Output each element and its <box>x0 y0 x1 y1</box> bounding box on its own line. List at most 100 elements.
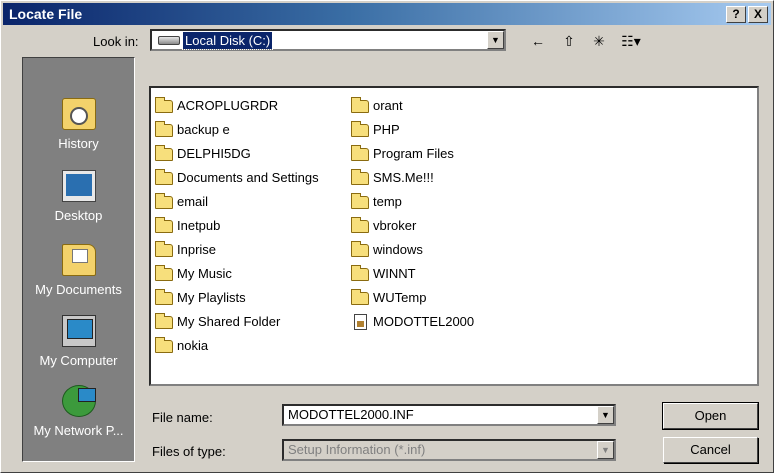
place-label: My Documents <box>35 282 122 297</box>
my-network-icon <box>61 385 96 417</box>
folder-label: nokia <box>177 338 209 353</box>
folder-item[interactable]: My Music <box>155 262 319 286</box>
views-menu-icon[interactable]: ☷▾ <box>615 31 647 51</box>
folder-label: temp <box>373 194 402 209</box>
folder-label: ACROPLUGRDR <box>177 98 279 113</box>
folder-item[interactable]: My Playlists <box>155 286 319 310</box>
new-folder-icon[interactable]: ✳ <box>587 31 611 51</box>
place-label: My Computer <box>39 353 118 368</box>
folder-label: orant <box>373 98 403 113</box>
folder-label: PHP <box>373 122 400 137</box>
folder-label: windows <box>373 242 423 257</box>
file-column-1: ACROPLUGRDR backup e DELPHI5DG Documents… <box>155 94 319 358</box>
folder-item[interactable]: email <box>155 190 319 214</box>
folder-label: WINNT <box>373 266 416 281</box>
folder-icon <box>155 241 173 257</box>
filename-value: MODOTTEL2000.INF <box>288 407 414 422</box>
folder-icon <box>351 97 369 113</box>
filename-input[interactable]: MODOTTEL2000.INF ▼ <box>282 404 616 426</box>
folder-item[interactable]: vbroker <box>351 214 474 238</box>
lookin-label: Look in: <box>93 34 139 49</box>
back-icon[interactable]: ← <box>526 31 550 51</box>
folder-label: My Playlists <box>177 290 246 305</box>
folder-icon <box>155 145 173 161</box>
folder-item[interactable]: Documents and Settings <box>155 166 319 190</box>
folder-icon <box>155 169 173 185</box>
place-my-network[interactable]: My Network P... <box>23 385 134 438</box>
place-my-documents[interactable]: My Documents <box>23 244 134 297</box>
folder-item[interactable]: SMS.Me!!! <box>351 166 474 190</box>
filetype-value: Setup Information (*.inf) <box>288 442 426 457</box>
folder-label: My Shared Folder <box>177 314 281 329</box>
folder-icon <box>155 337 173 353</box>
file-column-2: orant PHP Program Files SMS.Me!!! temp v… <box>351 94 474 334</box>
folder-label: Inetpub <box>177 218 221 233</box>
folder-item[interactable]: nokia <box>155 334 319 358</box>
help-button[interactable]: ? <box>726 6 746 23</box>
folder-item[interactable]: Inprise <box>155 238 319 262</box>
place-history[interactable]: History <box>23 98 134 151</box>
my-documents-icon <box>61 244 96 276</box>
place-label: My Network P... <box>33 423 124 438</box>
folder-label: SMS.Me!!! <box>373 170 434 185</box>
my-computer-icon <box>61 315 96 347</box>
folder-item[interactable]: PHP <box>351 118 474 142</box>
folder-item[interactable]: WINNT <box>351 262 474 286</box>
folder-item[interactable]: backup e <box>155 118 319 142</box>
filetype-label: Files of type: <box>152 444 226 459</box>
folder-label: Program Files <box>373 146 454 161</box>
folder-icon <box>155 121 173 137</box>
open-button[interactable]: Open <box>662 402 759 430</box>
folder-icon <box>155 313 173 329</box>
folder-icon <box>155 289 173 305</box>
folder-item[interactable]: WUTemp <box>351 286 474 310</box>
folder-item[interactable]: windows <box>351 238 474 262</box>
lookin-value: Local Disk (C:) <box>181 31 274 50</box>
folder-label: email <box>177 194 209 209</box>
folder-label: Documents and Settings <box>177 170 319 185</box>
history-icon <box>61 98 96 130</box>
folder-icon <box>351 169 369 185</box>
file-item[interactable]: MODOTTEL2000 <box>351 310 474 334</box>
window-title: Locate File <box>9 6 83 22</box>
desktop-icon <box>61 170 96 202</box>
folder-item[interactable]: My Shared Folder <box>155 310 319 334</box>
place-desktop[interactable]: Desktop <box>23 170 134 223</box>
folder-item[interactable]: DELPHI5DG <box>155 142 319 166</box>
folder-item[interactable]: ACROPLUGRDR <box>155 94 319 118</box>
folder-icon <box>351 265 369 281</box>
folder-label: DELPHI5DG <box>177 146 251 161</box>
folder-icon <box>155 265 173 281</box>
folder-label: My Music <box>177 266 232 281</box>
folder-icon <box>351 241 369 257</box>
folder-icon <box>351 217 369 233</box>
folder-icon <box>155 217 173 233</box>
folder-item[interactable]: Inetpub <box>155 214 319 238</box>
lookin-combo[interactable]: Local Disk (C:) ▼ <box>150 29 506 51</box>
file-label: MODOTTEL2000 <box>373 314 475 329</box>
setup-file-icon <box>354 314 367 330</box>
close-button[interactable]: X <box>748 6 768 23</box>
up-folder-icon[interactable]: ⇧ <box>557 31 581 51</box>
filename-label: File name: <box>152 410 213 425</box>
folder-item[interactable]: Program Files <box>351 142 474 166</box>
folder-icon <box>351 121 369 137</box>
cancel-button[interactable]: Cancel <box>663 437 758 463</box>
folder-label: Inprise <box>177 242 217 257</box>
chevron-down-icon[interactable]: ▼ <box>487 31 504 49</box>
folder-item[interactable]: temp <box>351 190 474 214</box>
folder-icon <box>351 145 369 161</box>
title-bar[interactable]: Locate File ? X <box>3 3 771 25</box>
place-label: History <box>58 136 99 151</box>
file-list[interactable]: ACROPLUGRDR backup e DELPHI5DG Documents… <box>149 86 759 386</box>
folder-item[interactable]: orant <box>351 94 474 118</box>
folder-icon <box>155 97 173 113</box>
folder-label: backup e <box>177 122 230 137</box>
place-label: Desktop <box>54 208 103 223</box>
chevron-down-icon[interactable]: ▼ <box>597 441 614 459</box>
chevron-down-icon[interactable]: ▼ <box>597 406 614 424</box>
locate-file-dialog: Locate File ? X Look in: Local Disk (C:)… <box>0 0 774 473</box>
filetype-select[interactable]: Setup Information (*.inf) ▼ <box>282 439 616 461</box>
folder-label: vbroker <box>373 218 417 233</box>
place-my-computer[interactable]: My Computer <box>23 315 134 368</box>
